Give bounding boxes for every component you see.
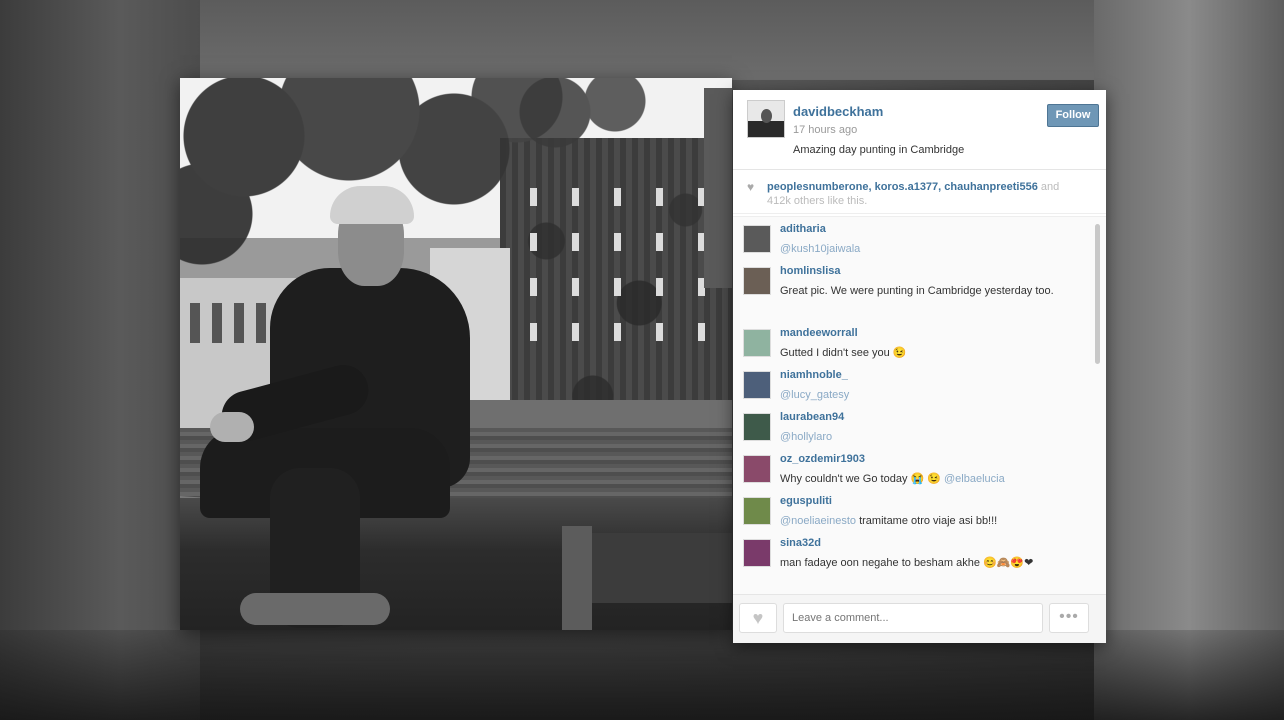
comment-username[interactable]: mandeeworrall <box>780 327 858 339</box>
post-caption: Amazing day punting in Cambridge <box>793 144 965 156</box>
likes-row: ♥ peoplesnumberone, koros.a1377, chauhan… <box>733 174 1106 214</box>
photo-person-hand <box>210 412 254 442</box>
comment-username[interactable]: niamhnoble_ <box>780 369 848 381</box>
post-photo <box>180 78 732 630</box>
comment-bar: ♥ ••• <box>733 594 1106 643</box>
photo-tower <box>704 88 732 288</box>
photo-person-cap <box>330 186 414 224</box>
post-panel: davidbeckham 17 hours ago Amazing day pu… <box>733 90 1106 643</box>
comment-mention[interactable]: @kush10jaiwala <box>780 243 860 255</box>
avatar[interactable] <box>747 100 785 138</box>
heart-icon: ♥ <box>747 180 755 194</box>
avatar[interactable] <box>743 455 771 483</box>
comment-text: man fadaye oon negahe to besham akhe 😊🙈😍… <box>780 557 1034 569</box>
more-options-button[interactable]: ••• <box>1049 603 1089 633</box>
comment-text: Gutted I didn't see you 😉 <box>780 347 907 359</box>
heart-icon: ♥ <box>752 608 764 628</box>
avatar[interactable] <box>743 267 771 295</box>
photo-boat-plank <box>592 533 732 603</box>
comment-mention[interactable]: @noeliaeinesto <box>780 515 856 527</box>
like-button[interactable]: ♥ <box>739 603 777 633</box>
comments-scrollbar[interactable] <box>1095 224 1100 364</box>
photo-riverbank <box>460 400 732 430</box>
comment-text: Great pic. We were punting in Cambridge … <box>780 285 1054 297</box>
likers-names[interactable]: peoplesnumberone, koros.a1377, chauhanpr… <box>767 181 1038 193</box>
comment-username[interactable]: aditharia <box>780 223 826 235</box>
comment-mention[interactable]: @elbaelucia <box>944 473 1005 485</box>
follow-button[interactable]: Follow <box>1047 104 1099 127</box>
likers-list: peoplesnumberone, koros.a1377, chauhanpr… <box>767 180 1097 208</box>
avatar[interactable] <box>743 329 771 357</box>
background-blur-right <box>1094 0 1284 720</box>
post-header: davidbeckham 17 hours ago Amazing day pu… <box>733 90 1106 170</box>
comment-mention[interactable]: @hollylaro <box>780 431 832 443</box>
post-timestamp[interactable]: 17 hours ago <box>793 124 857 136</box>
comment-text: tramitame otro viaje asi bb!!! <box>859 515 998 527</box>
comment-username[interactable]: eguspuliti <box>780 495 832 507</box>
comment-username[interactable]: homlinslisa <box>780 265 841 277</box>
avatar[interactable] <box>743 539 771 567</box>
comment-text: Why couldn't we Go today 😭 😉 <box>780 473 941 485</box>
avatar[interactable] <box>743 225 771 253</box>
comment-username[interactable]: laurabean94 <box>780 411 844 423</box>
likes-suffix: others like this. <box>793 195 868 207</box>
comment-input[interactable] <box>783 603 1043 633</box>
avatar[interactable] <box>743 413 771 441</box>
photo-trees-right <box>510 78 660 178</box>
avatar[interactable] <box>743 371 771 399</box>
comment-username[interactable]: oz_ozdemir1903 <box>780 453 865 465</box>
background-blur-left <box>0 0 200 720</box>
comment-username[interactable]: sina32d <box>780 537 821 549</box>
photo-person-shoe <box>240 593 390 625</box>
comments-list[interactable]: aditharia @kush10jaiwala homlinslisa Gre… <box>733 216 1106 594</box>
comment-mention[interactable]: @lucy_gatesy <box>780 389 849 401</box>
photo-windows <box>510 323 710 341</box>
post-username[interactable]: davidbeckham <box>793 104 883 119</box>
likers-and: and <box>1040 181 1060 193</box>
avatar[interactable] <box>743 497 771 525</box>
likes-count[interactable]: 412k <box>767 195 791 207</box>
background-blur-bottom <box>0 630 1284 720</box>
photo-boat-post <box>562 526 592 630</box>
